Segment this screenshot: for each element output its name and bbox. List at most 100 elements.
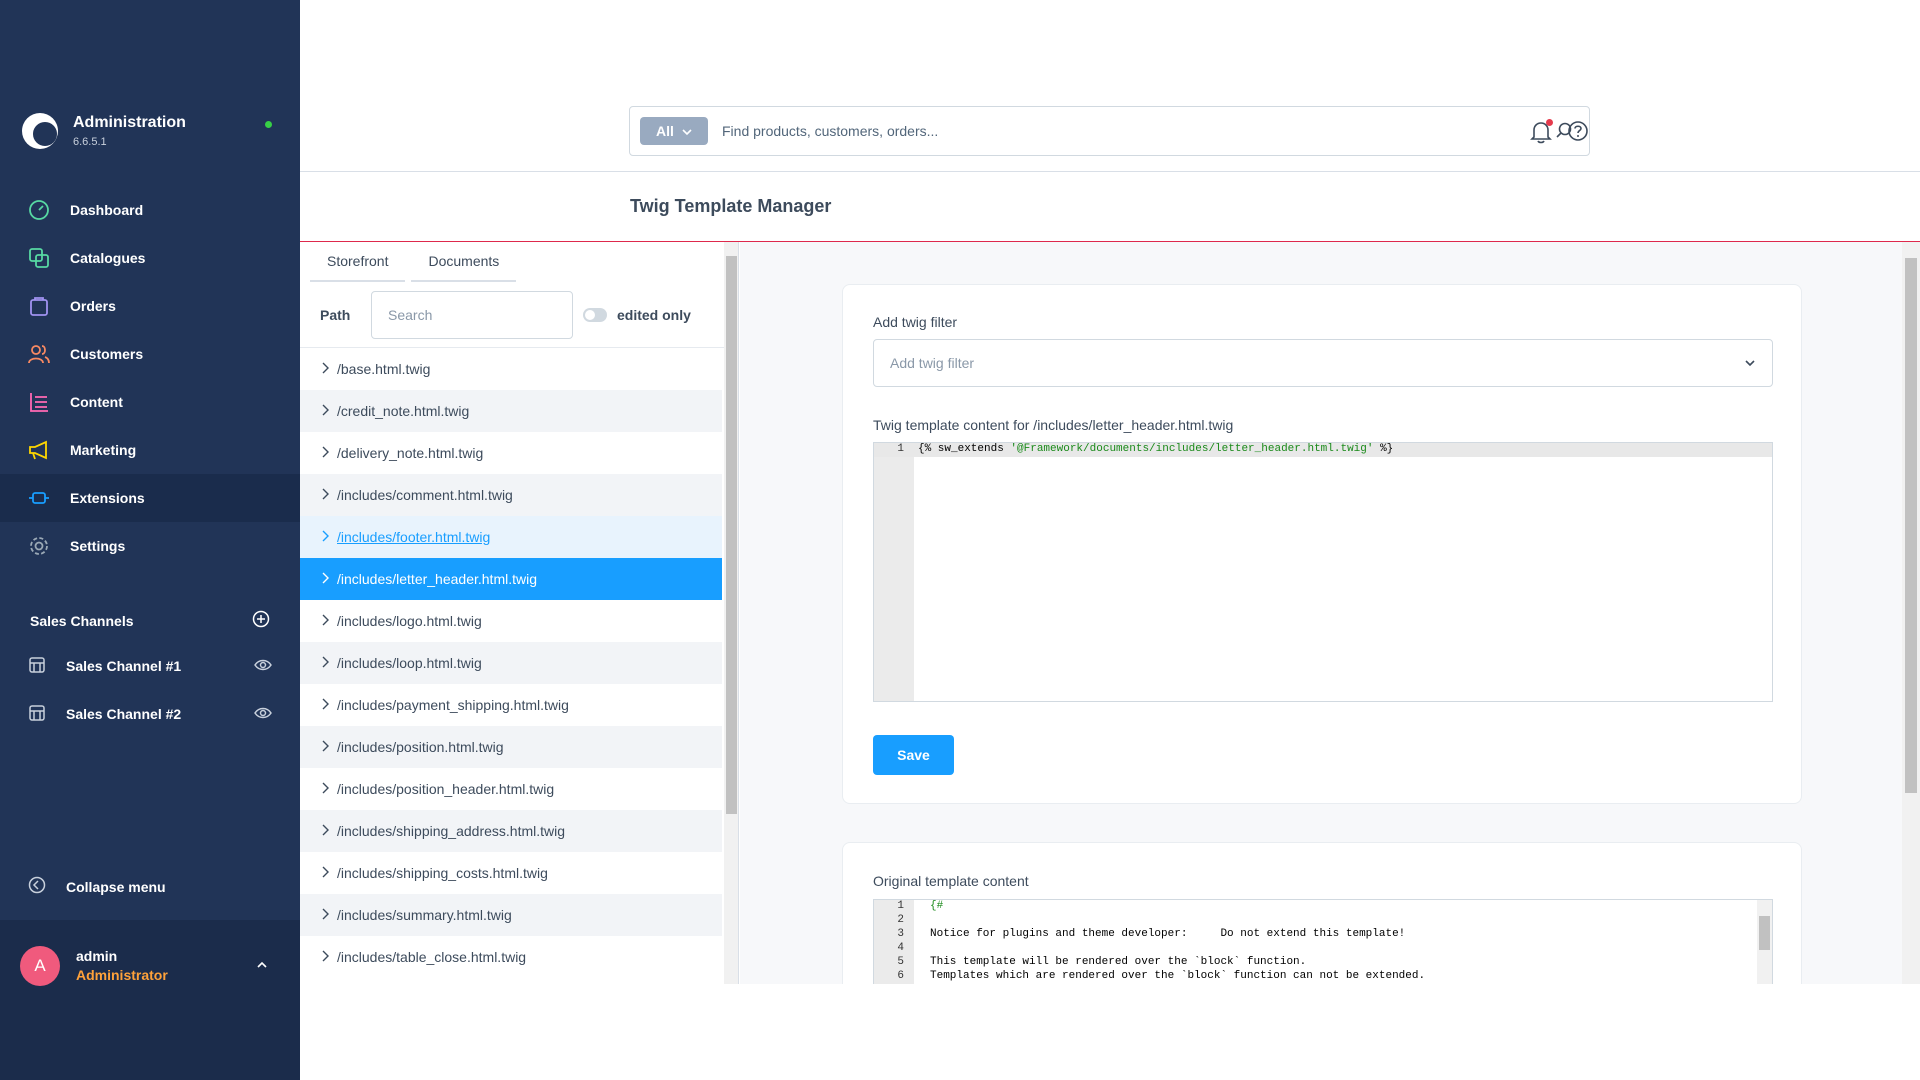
- app-version: 6.6.5.1: [73, 136, 107, 148]
- file-path: /includes/payment_shipping.html.twig: [337, 697, 569, 713]
- file-row[interactable]: /includes/position_header.html.twig: [300, 768, 722, 810]
- app-title: Administration: [73, 114, 186, 131]
- file-row[interactable]: /includes/payment_shipping.html.twig: [300, 684, 722, 726]
- edited-only-toggle[interactable]: [583, 307, 607, 322]
- page-title: Twig Template Manager: [630, 196, 832, 216]
- twig-code-editor[interactable]: 1 {% sw_extends '@Framework/documents/in…: [873, 442, 1773, 702]
- eye-icon[interactable]: [254, 706, 272, 723]
- file-list-scrollbar-thumb[interactable]: [726, 256, 737, 814]
- chevron-right-icon: [320, 907, 330, 923]
- search-type-label: All: [656, 123, 674, 139]
- sales-channel-item-1[interactable]: Sales Channel #1: [28, 651, 272, 681]
- file-row[interactable]: /includes/position.html.twig: [300, 726, 722, 768]
- chevron-right-icon: [320, 949, 330, 965]
- code-line: {#: [930, 900, 944, 912]
- file-row[interactable]: /base.html.twig: [300, 348, 722, 390]
- collapse-arrow-icon: [28, 876, 46, 897]
- storefront-icon: [28, 656, 46, 677]
- collapse-menu-button[interactable]: Collapse menu: [28, 876, 166, 897]
- eye-icon[interactable]: [254, 658, 272, 675]
- file-path: /includes/logo.html.twig: [337, 613, 482, 629]
- file-row[interactable]: /includes/loop.html.twig: [300, 642, 722, 684]
- file-row[interactable]: /includes/shipping_costs.html.twig: [300, 852, 722, 894]
- line-number: 1: [897, 443, 904, 455]
- nav-label: Catalogues: [70, 250, 146, 266]
- line-number: 1: [897, 900, 904, 912]
- chevron-right-icon: [320, 739, 330, 755]
- file-row[interactable]: /includes/logo.html.twig: [300, 600, 722, 642]
- chevron-right-icon: [320, 865, 330, 881]
- file-path: /includes/comment.html.twig: [337, 487, 513, 503]
- avatar[interactable]: A: [20, 946, 60, 986]
- chevron-right-icon: [320, 571, 330, 587]
- file-path: /includes/summary.html.twig: [337, 907, 512, 923]
- path-filter-row: Path edited only: [300, 282, 738, 348]
- help-icon[interactable]: [1567, 120, 1589, 147]
- chevron-down-icon: [682, 123, 692, 139]
- code-keyword: {% sw_extends: [918, 443, 1011, 455]
- code-line: This template will be rendered over the …: [930, 956, 1307, 968]
- file-row[interactable]: /delivery_note.html.twig: [300, 432, 722, 474]
- nav-item-catalogues[interactable]: Catalogues: [0, 234, 300, 282]
- nav-item-dashboard[interactable]: Dashboard: [0, 186, 300, 234]
- twig-filter-select[interactable]: Add twig filter: [873, 339, 1773, 387]
- file-row[interactable]: /includes/footer.html.twig: [300, 516, 722, 558]
- search-type-select[interactable]: All: [640, 117, 708, 145]
- file-row-selected[interactable]: /includes/letter_header.html.twig: [300, 558, 722, 600]
- original-code-viewer[interactable]: 1 2 3 4 5 6 {# Notice for plugins and th…: [873, 899, 1773, 984]
- add-sales-channel-icon[interactable]: [252, 610, 270, 631]
- chevron-right-icon: [320, 445, 330, 461]
- brand[interactable]: Administration 6.6.5.1: [22, 113, 186, 149]
- path-label: Path: [320, 306, 351, 323]
- user-menu[interactable]: [0, 920, 300, 1080]
- sales-channel-item-2[interactable]: Sales Channel #2: [28, 699, 272, 729]
- file-row[interactable]: /credit_note.html.twig: [300, 390, 722, 432]
- chevron-right-icon: [320, 403, 330, 419]
- code-keyword: %}: [1373, 443, 1394, 455]
- code-viewer-scrollbar-thumb[interactable]: [1759, 916, 1770, 950]
- file-row[interactable]: /includes/shipping_address.html.twig: [300, 810, 722, 852]
- search-input[interactable]: [722, 123, 1542, 139]
- nav-item-marketing[interactable]: Marketing: [0, 426, 300, 474]
- chevron-up-icon[interactable]: [255, 957, 269, 975]
- nav-item-orders[interactable]: Orders: [0, 282, 300, 330]
- line-number: 6: [897, 970, 904, 982]
- nav-item-content[interactable]: Content: [0, 378, 300, 426]
- template-tabs: Storefront Documents: [300, 242, 738, 282]
- file-path: /includes/shipping_address.html.twig: [337, 823, 566, 839]
- file-path: /includes/letter_header.html.twig: [337, 571, 537, 587]
- template-content-label: Twig template content for /includes/lett…: [873, 417, 1234, 433]
- file-row[interactable]: /includes/comment.html.twig: [300, 474, 722, 516]
- main-scrollbar-thumb[interactable]: [1905, 258, 1917, 793]
- orders-icon: [28, 295, 50, 317]
- code-line: Templates which are rendered over the `b…: [930, 970, 1426, 982]
- path-search-input[interactable]: [371, 290, 573, 339]
- template-editor-card: Add twig filter Add twig filter Twig tem…: [842, 284, 1802, 804]
- user-role: Administrator: [76, 967, 168, 983]
- nav-item-customers[interactable]: Customers: [0, 330, 300, 378]
- file-list: /base.html.twig /credit_note.html.twig /…: [300, 348, 738, 978]
- nav-item-extensions[interactable]: Extensions: [0, 474, 300, 522]
- nav-item-settings[interactable]: Settings: [0, 522, 300, 570]
- nav-label: Extensions: [70, 490, 145, 506]
- code-string: '@Framework/documents/includes/letter_he…: [1010, 443, 1374, 455]
- chevron-right-icon: [320, 487, 330, 503]
- file-path: /includes/position_header.html.twig: [337, 781, 555, 797]
- file-path: /includes/position.html.twig: [337, 739, 504, 755]
- nav-label: Dashboard: [70, 202, 144, 218]
- notification-badge: [1546, 119, 1553, 126]
- editor-gutter: [874, 443, 914, 701]
- file-row[interactable]: /includes/table_close.html.twig: [300, 936, 722, 978]
- main-nav: Dashboard Catalogues Orders Customers Co…: [0, 186, 300, 570]
- nav-label: Marketing: [70, 442, 137, 458]
- save-button[interactable]: Save: [873, 735, 954, 775]
- online-status-dot: [265, 121, 272, 128]
- nav-label: Orders: [70, 298, 116, 314]
- tab-documents[interactable]: Documents: [411, 242, 517, 282]
- file-row[interactable]: /includes/summary.html.twig: [300, 894, 722, 936]
- marketing-icon: [28, 439, 50, 461]
- tab-storefront[interactable]: Storefront: [310, 242, 406, 282]
- file-path: /includes/table_close.html.twig: [337, 949, 527, 965]
- line-number: 4: [897, 942, 904, 954]
- chevron-right-icon: [320, 781, 330, 797]
